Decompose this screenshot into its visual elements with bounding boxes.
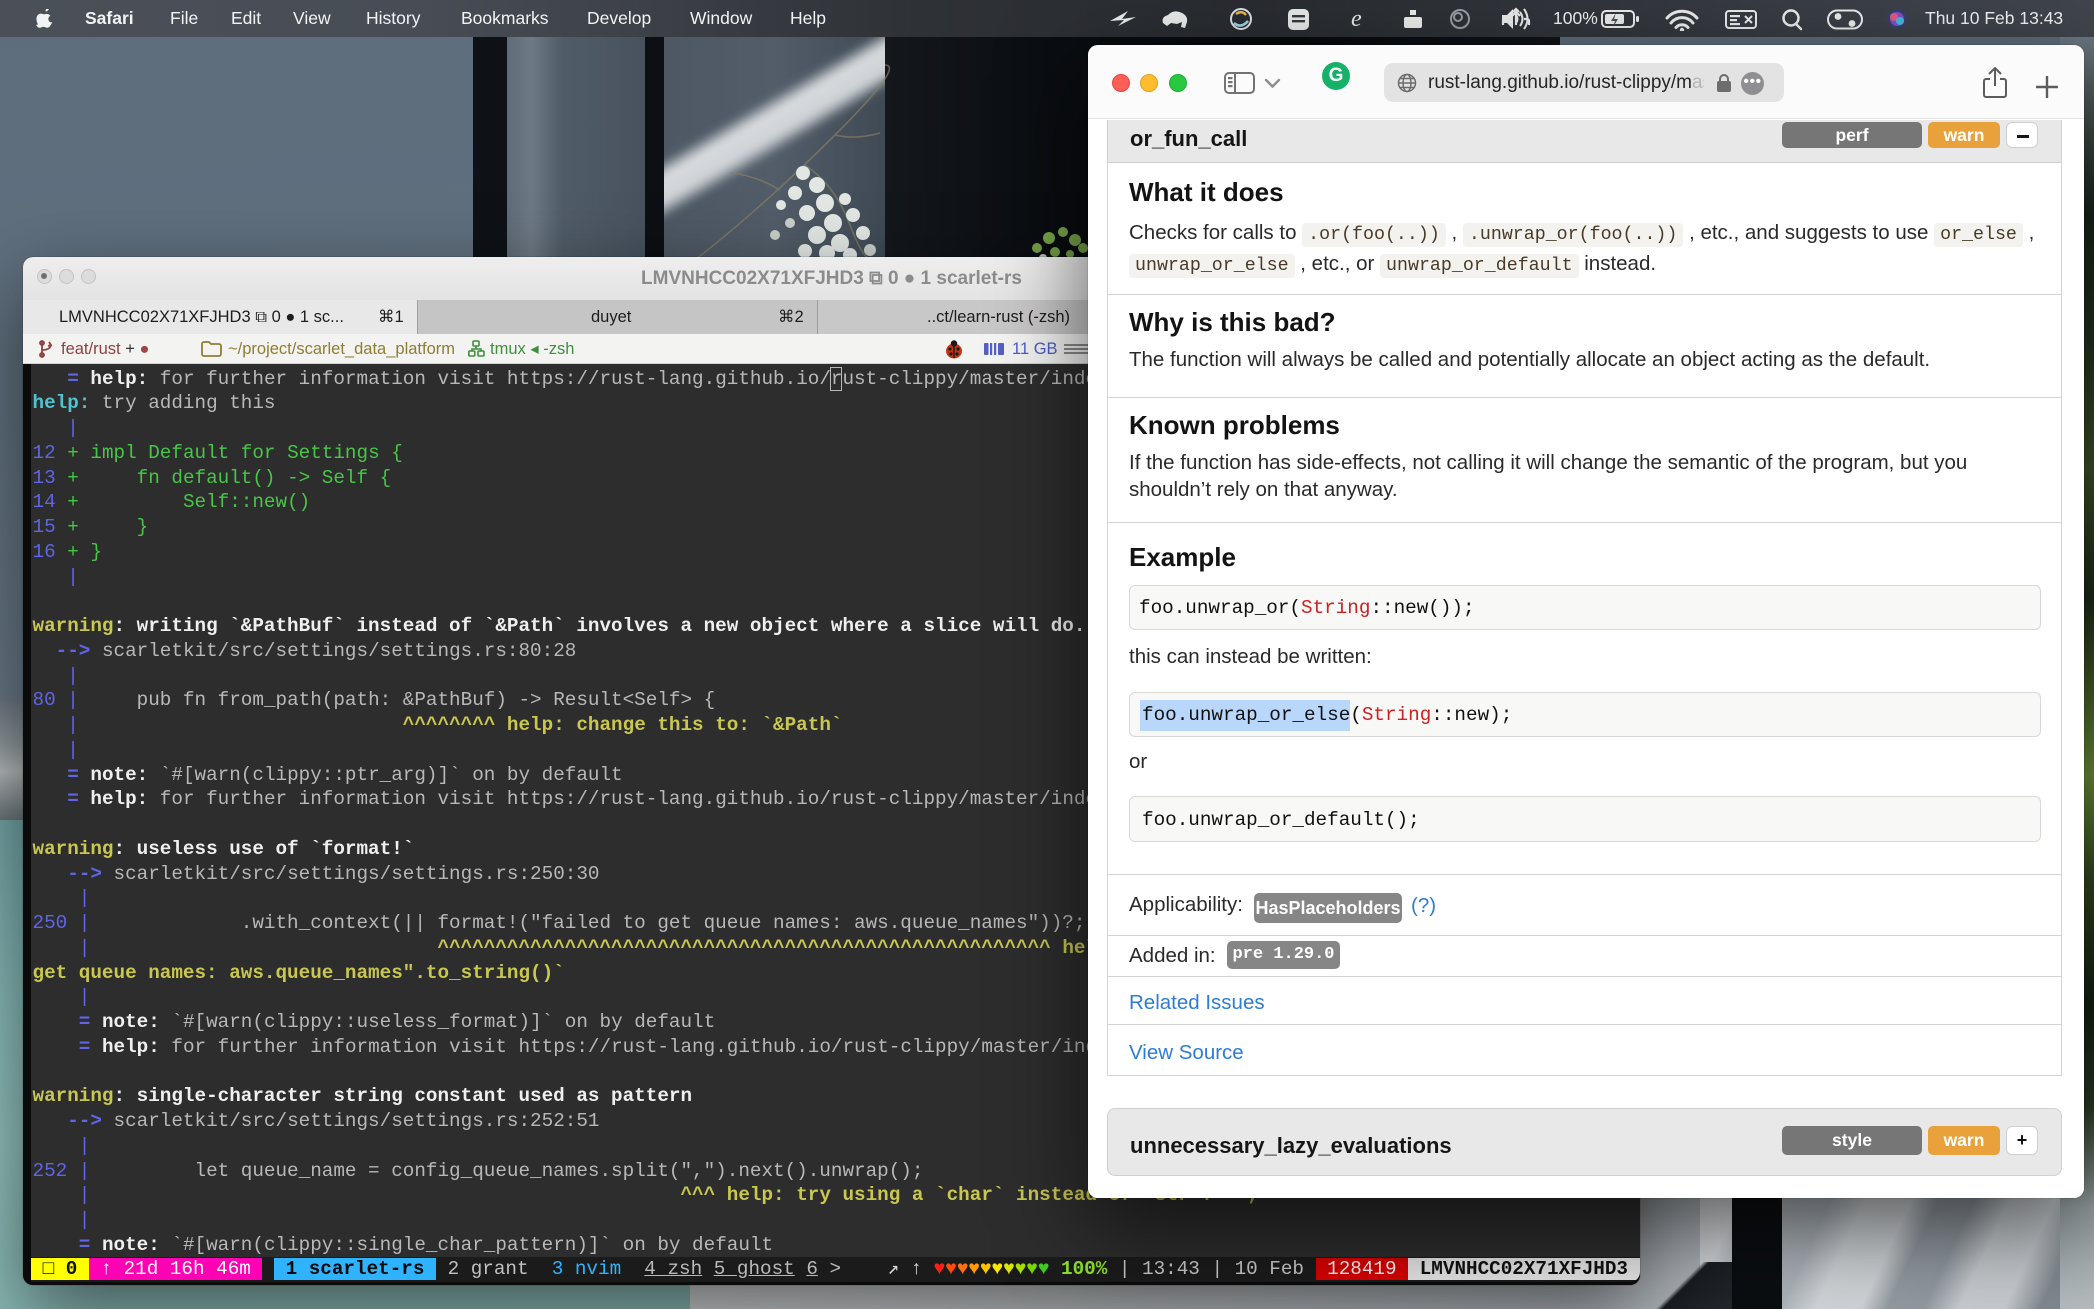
svg-text:e: e: [1351, 7, 1362, 31]
